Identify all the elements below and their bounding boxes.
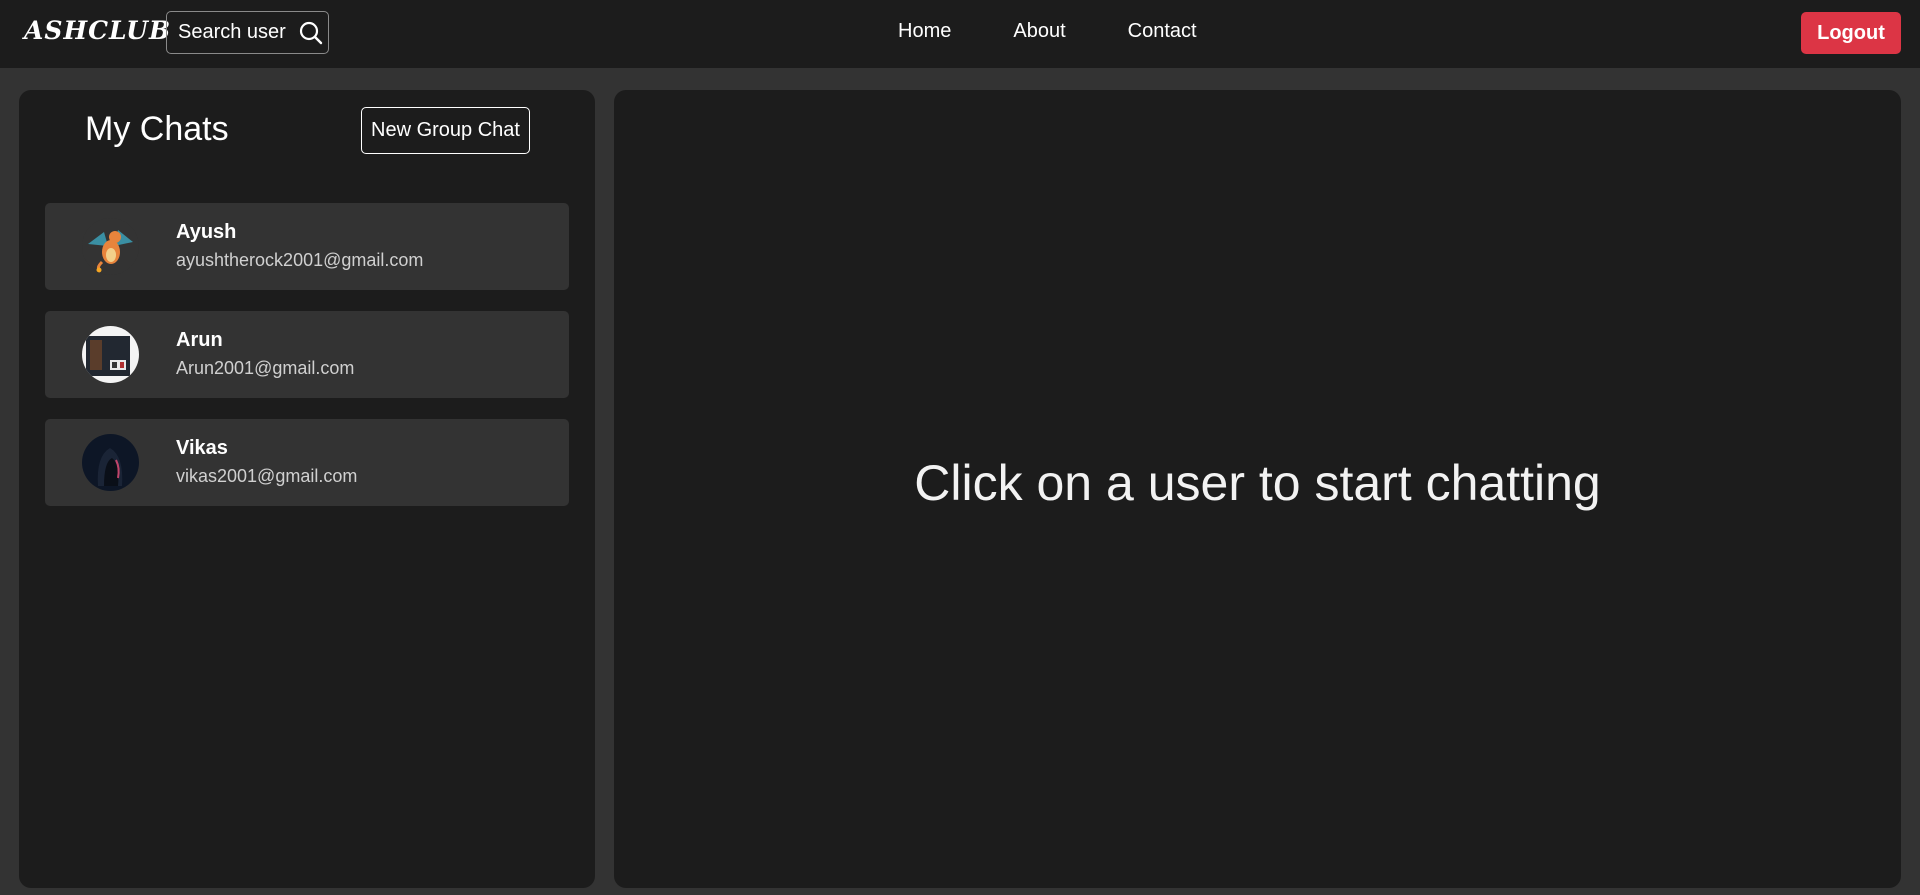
dragon-avatar — [82, 218, 139, 275]
my-chats-panel: My Chats New Group Chat Ayush ayushthero… — [19, 90, 595, 888]
brand-logo[interactable]: ASHCLUB — [24, 16, 171, 45]
chat-email: vikas2001@gmail.com — [176, 466, 358, 486]
chat-email: Arun2001@gmail.com — [176, 358, 355, 378]
my-chats-title: My Chats — [85, 110, 229, 148]
logout-button[interactable]: Logout — [1801, 12, 1901, 54]
chat-list-item[interactable]: Arun Arun2001@gmail.com — [45, 311, 569, 398]
top-navbar: ASHCLUB Search user Home About Contact L… — [0, 0, 1920, 68]
chat-name: Arun — [176, 329, 223, 351]
new-group-chat-button[interactable]: New Group Chat — [361, 107, 530, 154]
chat-window-panel: Click on a user to start chatting — [614, 90, 1901, 888]
nav-link-contact[interactable]: Contact — [1128, 20, 1197, 43]
search-user-button[interactable]: Search user — [166, 11, 329, 54]
chat-list-item[interactable]: Ayush ayushtherock2001@gmail.com — [45, 203, 569, 290]
photo-avatar — [82, 326, 139, 383]
chat-name: Vikas — [176, 437, 228, 459]
search-user-label: Search user — [178, 21, 286, 43]
hooded-figure-avatar — [82, 434, 139, 491]
chat-email: ayushtherock2001@gmail.com — [176, 250, 424, 270]
search-icon — [298, 20, 324, 46]
nav-links: Home About Contact — [898, 20, 1197, 43]
empty-chat-message: Click on a user to start chatting — [914, 455, 1601, 511]
chat-list: Ayush ayushtherock2001@gmail.com Arun Ar… — [45, 203, 569, 527]
nav-link-about[interactable]: About — [1013, 20, 1065, 43]
chat-name: Ayush — [176, 221, 237, 243]
chat-list-item[interactable]: Vikas vikas2001@gmail.com — [45, 419, 569, 506]
nav-link-home[interactable]: Home — [898, 20, 951, 43]
